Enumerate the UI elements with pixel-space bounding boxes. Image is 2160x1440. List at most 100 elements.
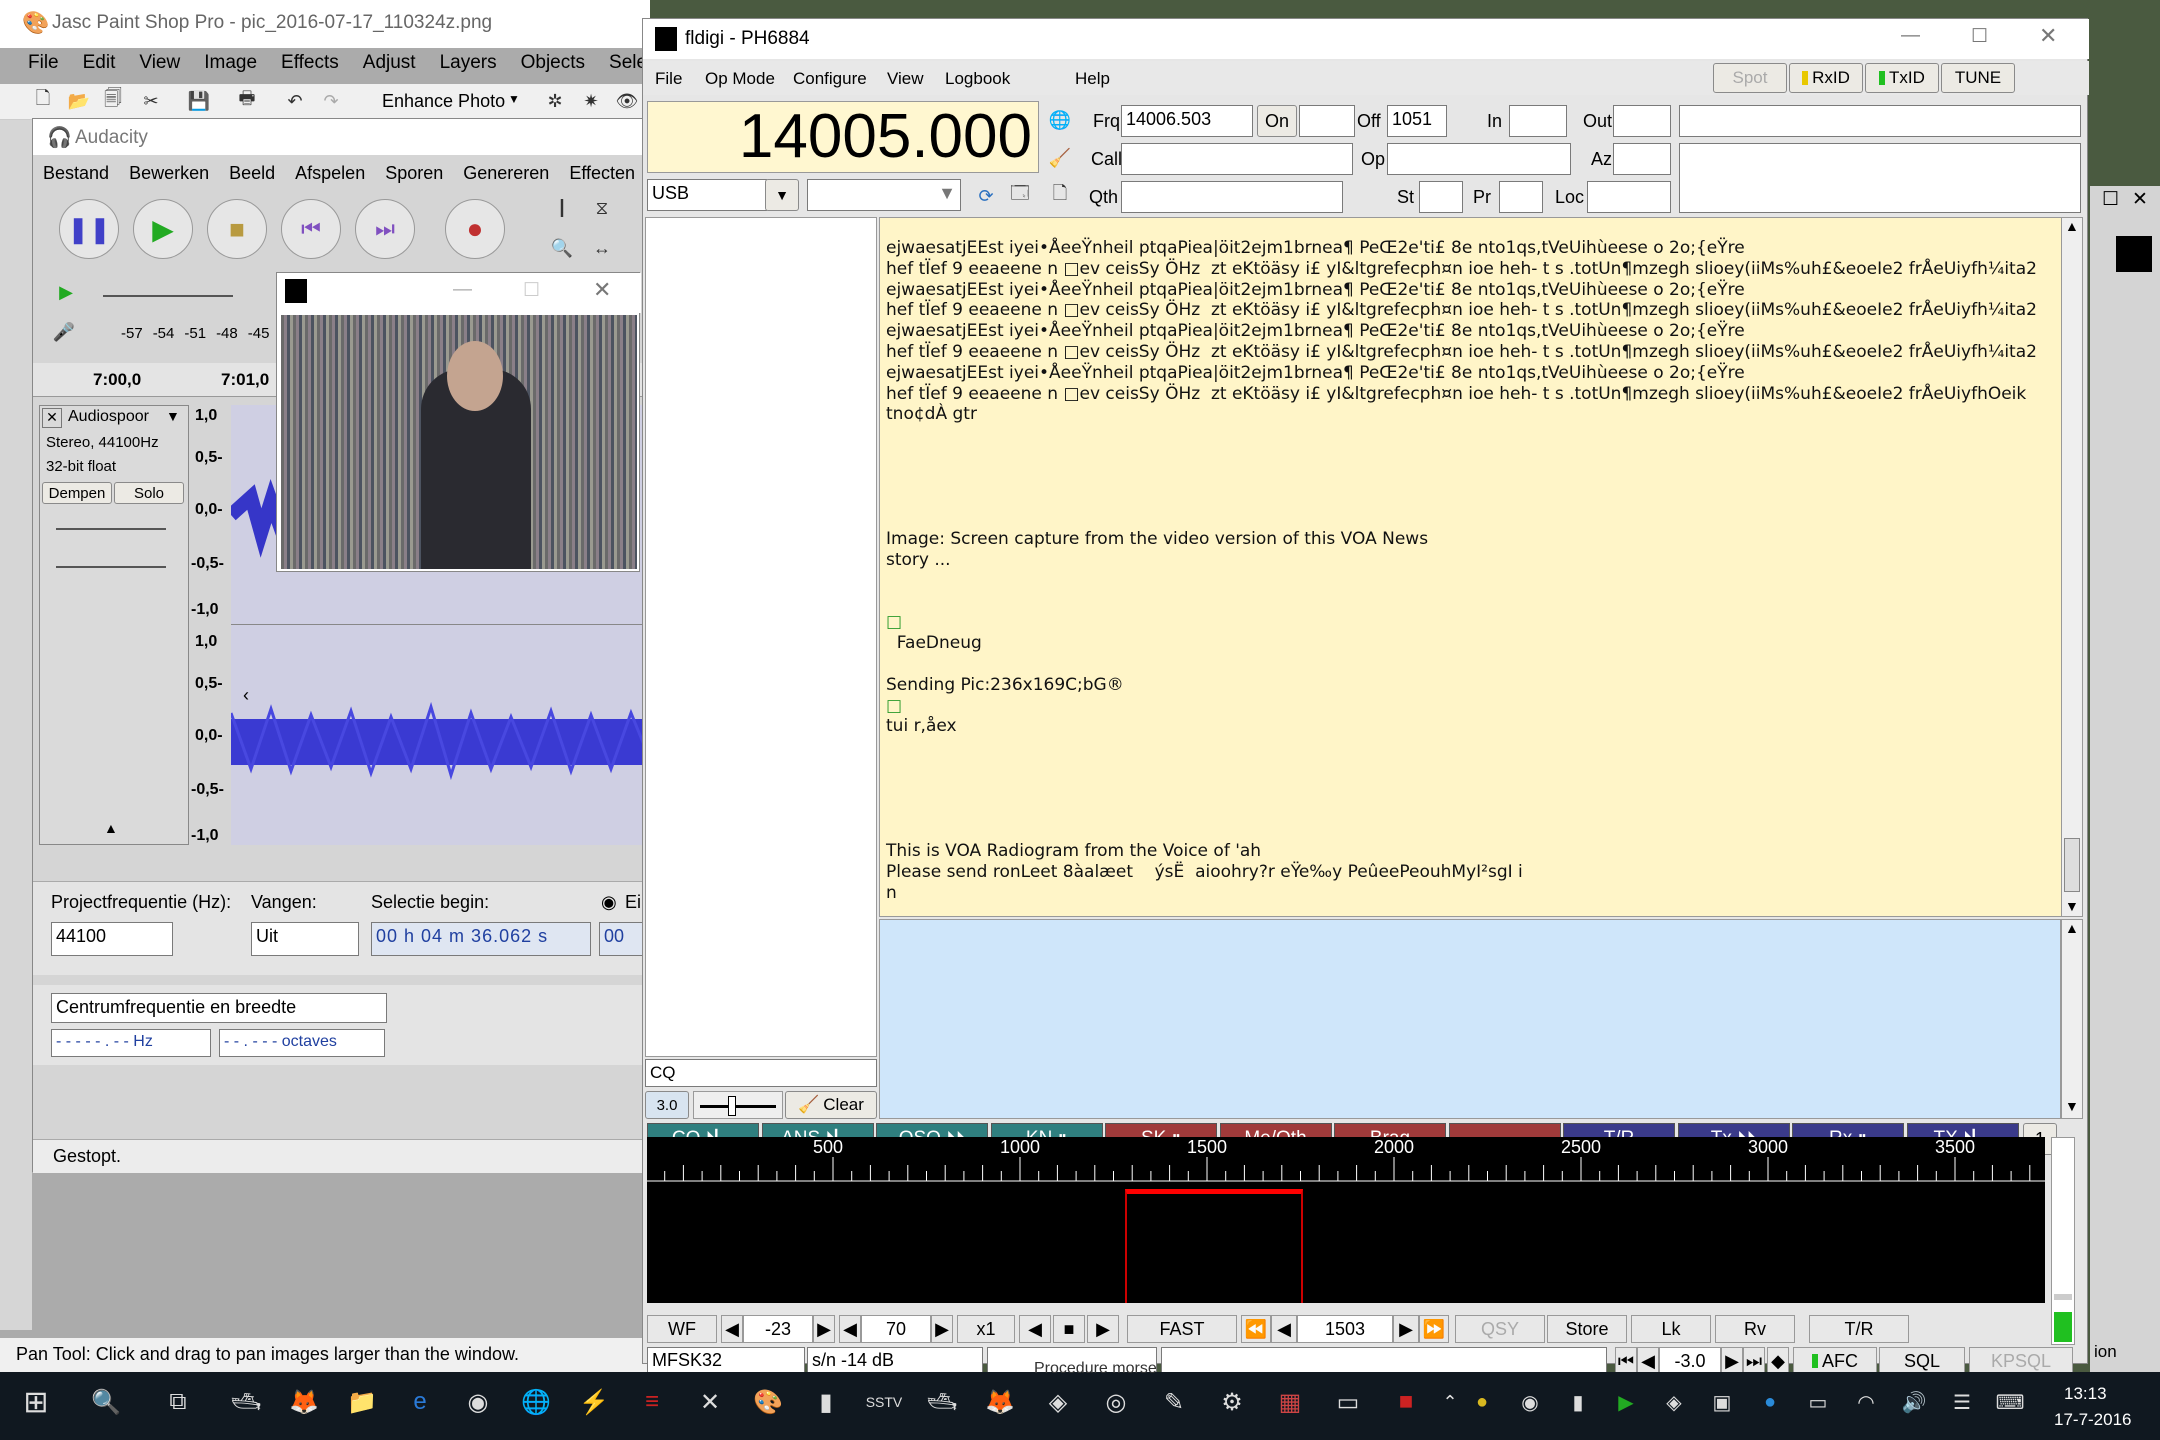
level-slider[interactable] xyxy=(2054,1294,2072,1300)
psp-menu-file[interactable]: File xyxy=(28,52,59,73)
firefox-icon[interactable]: 🦊 xyxy=(284,1382,324,1422)
wf-mode-button[interactable]: WF xyxy=(647,1315,717,1343)
notes-field[interactable] xyxy=(1679,105,2081,137)
app-icon-8[interactable]: ⚙ xyxy=(1212,1382,1252,1422)
aud-menu-beeld[interactable]: Beeld xyxy=(229,163,275,183)
sql-button[interactable]: SQL xyxy=(1879,1347,1965,1375)
tx-scroll-up-icon[interactable]: ▲ xyxy=(2065,920,2079,936)
squelch-slider[interactable] xyxy=(693,1091,783,1119)
tx-cq-field[interactable]: CQ xyxy=(645,1059,877,1087)
psp-menu-layers[interactable]: Layers xyxy=(440,52,497,73)
psp-menu-objects[interactable]: Objects xyxy=(521,52,585,73)
az-field[interactable] xyxy=(1613,143,1671,175)
edge-icon[interactable]: e xyxy=(400,1382,440,1422)
search-icon[interactable]: 🔍 xyxy=(86,1382,126,1422)
log-icon[interactable]: 🗋 xyxy=(1047,183,1073,209)
broom-icon[interactable]: 🧹 xyxy=(1047,145,1073,171)
skip-start-button[interactable]: ⏮ xyxy=(281,199,341,259)
wf-right-button[interactable]: ▶ xyxy=(1087,1315,1119,1343)
scissors-icon[interactable]: ✂ xyxy=(138,88,164,114)
scroll-thumb[interactable] xyxy=(2064,838,2080,892)
afc-fast-down[interactable]: ⏮ xyxy=(1615,1347,1637,1375)
enhance-dropdown-icon[interactable]: ▼ xyxy=(508,92,520,106)
aud-menu-effecten[interactable]: Effecten xyxy=(569,163,635,183)
psp-menu-effects[interactable]: Effects xyxy=(281,52,339,73)
start-icon[interactable]: ⊞ xyxy=(16,1382,56,1422)
clear-button[interactable]: 🧹 Clear xyxy=(785,1091,877,1119)
wf-range-down[interactable]: ◀ xyxy=(839,1315,861,1343)
wf-range-field[interactable]: 70 xyxy=(861,1315,931,1343)
tx-scrollbar[interactable]: ▲ ▼ xyxy=(2061,919,2083,1119)
aud-menu-bewerken[interactable]: Bewerken xyxy=(129,163,209,183)
track-menu-icon[interactable]: ▼ xyxy=(166,408,180,424)
new-icon[interactable]: 🗋 xyxy=(30,88,56,114)
tray-icon-3[interactable]: ▮ xyxy=(1558,1382,1598,1422)
sun-icon[interactable]: ✲ xyxy=(542,88,568,114)
skip-end-button[interactable]: ⏭ xyxy=(355,199,415,259)
fldigi-menu-logbook[interactable]: Logbook xyxy=(945,69,1010,89)
wf-lo-down[interactable]: ◀ xyxy=(721,1315,743,1343)
squelch-value[interactable]: 3.0 xyxy=(645,1091,689,1119)
app-icon-2[interactable]: ⚡ xyxy=(574,1382,614,1422)
scroll-up-icon[interactable]: ▲ xyxy=(2065,218,2079,234)
aud-menu-genereren[interactable]: Genereren xyxy=(463,163,549,183)
gain-slider[interactable] xyxy=(56,528,166,530)
tray-icon-6[interactable]: ▣ xyxy=(1702,1382,1742,1422)
wf-left-button[interactable]: ◀ xyxy=(1019,1315,1051,1343)
scroll-left-icon[interactable]: ‹ xyxy=(243,685,249,706)
wf-speed-button[interactable]: FAST xyxy=(1127,1315,1237,1343)
play-button[interactable]: ▶ xyxy=(133,199,193,259)
off-field[interactable]: 1051 xyxy=(1387,105,1447,137)
eye-icon[interactable]: 👁 xyxy=(614,88,640,114)
mute-button[interactable]: Dempen xyxy=(42,482,112,504)
close-icon[interactable]: ✕ xyxy=(593,277,611,303)
browse-icon[interactable]: 🗐 xyxy=(100,88,126,114)
fldigi-minimize-icon[interactable]: — xyxy=(1901,25,1920,47)
clock-time[interactable]: 13:13 xyxy=(2064,1384,2107,1404)
snap-select[interactable]: Uit xyxy=(251,922,359,956)
rx-scrollbar[interactable]: ▲ ▼ xyxy=(2061,217,2083,917)
globe-app-icon[interactable]: 🌐 xyxy=(516,1382,556,1422)
ibeam-tool-icon[interactable]: I xyxy=(549,193,575,223)
on-button[interactable]: On xyxy=(1257,105,1297,137)
terminal-icon[interactable]: ▭ xyxy=(1328,1382,1368,1422)
fldigi-menu-configure[interactable]: Configure xyxy=(793,69,867,89)
app-icon-4[interactable]: ✕ xyxy=(690,1382,730,1422)
in-field[interactable] xyxy=(1509,105,1567,137)
afc-value[interactable]: -3.0 xyxy=(1659,1347,1721,1375)
sparkle-icon[interactable]: ✷ xyxy=(578,88,604,114)
qth-field[interactable] xyxy=(1121,181,1343,213)
speed-slider[interactable] xyxy=(103,295,233,297)
mode-dropdown-button[interactable]: ▼ xyxy=(765,179,799,211)
app-icon-3[interactable]: ≡ xyxy=(632,1382,672,1422)
maximize-icon[interactable]: ☐ xyxy=(523,279,540,302)
psp-menu-adjust[interactable]: Adjust xyxy=(363,52,416,73)
enhance-photo-button[interactable]: Enhance Photo xyxy=(382,91,505,112)
tray-icon-5[interactable]: ◈ xyxy=(1654,1382,1694,1422)
afc-fast-up[interactable]: ⏭ xyxy=(1743,1347,1765,1375)
task-view-icon[interactable]: ⧉ xyxy=(158,1382,198,1422)
redo-icon[interactable]: ↷ xyxy=(318,88,344,114)
fldigi-menu-opmode[interactable]: Op Mode xyxy=(705,69,775,89)
app-icon-9[interactable]: ▦ xyxy=(1270,1382,1310,1422)
open-icon[interactable]: 📂 xyxy=(66,88,92,114)
globe-icon[interactable]: 🌐 xyxy=(1047,107,1073,133)
undo-icon[interactable]: ↶ xyxy=(282,88,308,114)
db-icon[interactable]: 🗔 xyxy=(1007,183,1033,209)
call-field[interactable] xyxy=(1121,143,1353,175)
txid-button[interactable]: TxID xyxy=(1865,63,1939,93)
octaves-field[interactable]: - - . - - - octaves xyxy=(219,1029,385,1057)
loc-field[interactable] xyxy=(1587,181,1671,213)
notifications-icon[interactable]: ☰ xyxy=(1942,1382,1982,1422)
carrier-freq-field[interactable]: 1503 xyxy=(1297,1315,1393,1343)
print-icon[interactable]: 🖶 xyxy=(234,88,260,114)
fldigi-close-icon[interactable]: ✕ xyxy=(2039,23,2057,49)
track-close-button[interactable]: ✕ xyxy=(42,408,62,428)
waterfall[interactable] xyxy=(647,1189,2045,1303)
wf-lo-field[interactable]: -23 xyxy=(743,1315,813,1343)
bandwidth-select[interactable]: ▼ xyxy=(807,179,961,211)
mode-select[interactable]: USB xyxy=(647,179,767,211)
wf-center-button[interactable]: ■ xyxy=(1053,1315,1085,1343)
notes-field-2[interactable] xyxy=(1679,143,2081,213)
stop-button[interactable]: ■ xyxy=(207,199,267,259)
